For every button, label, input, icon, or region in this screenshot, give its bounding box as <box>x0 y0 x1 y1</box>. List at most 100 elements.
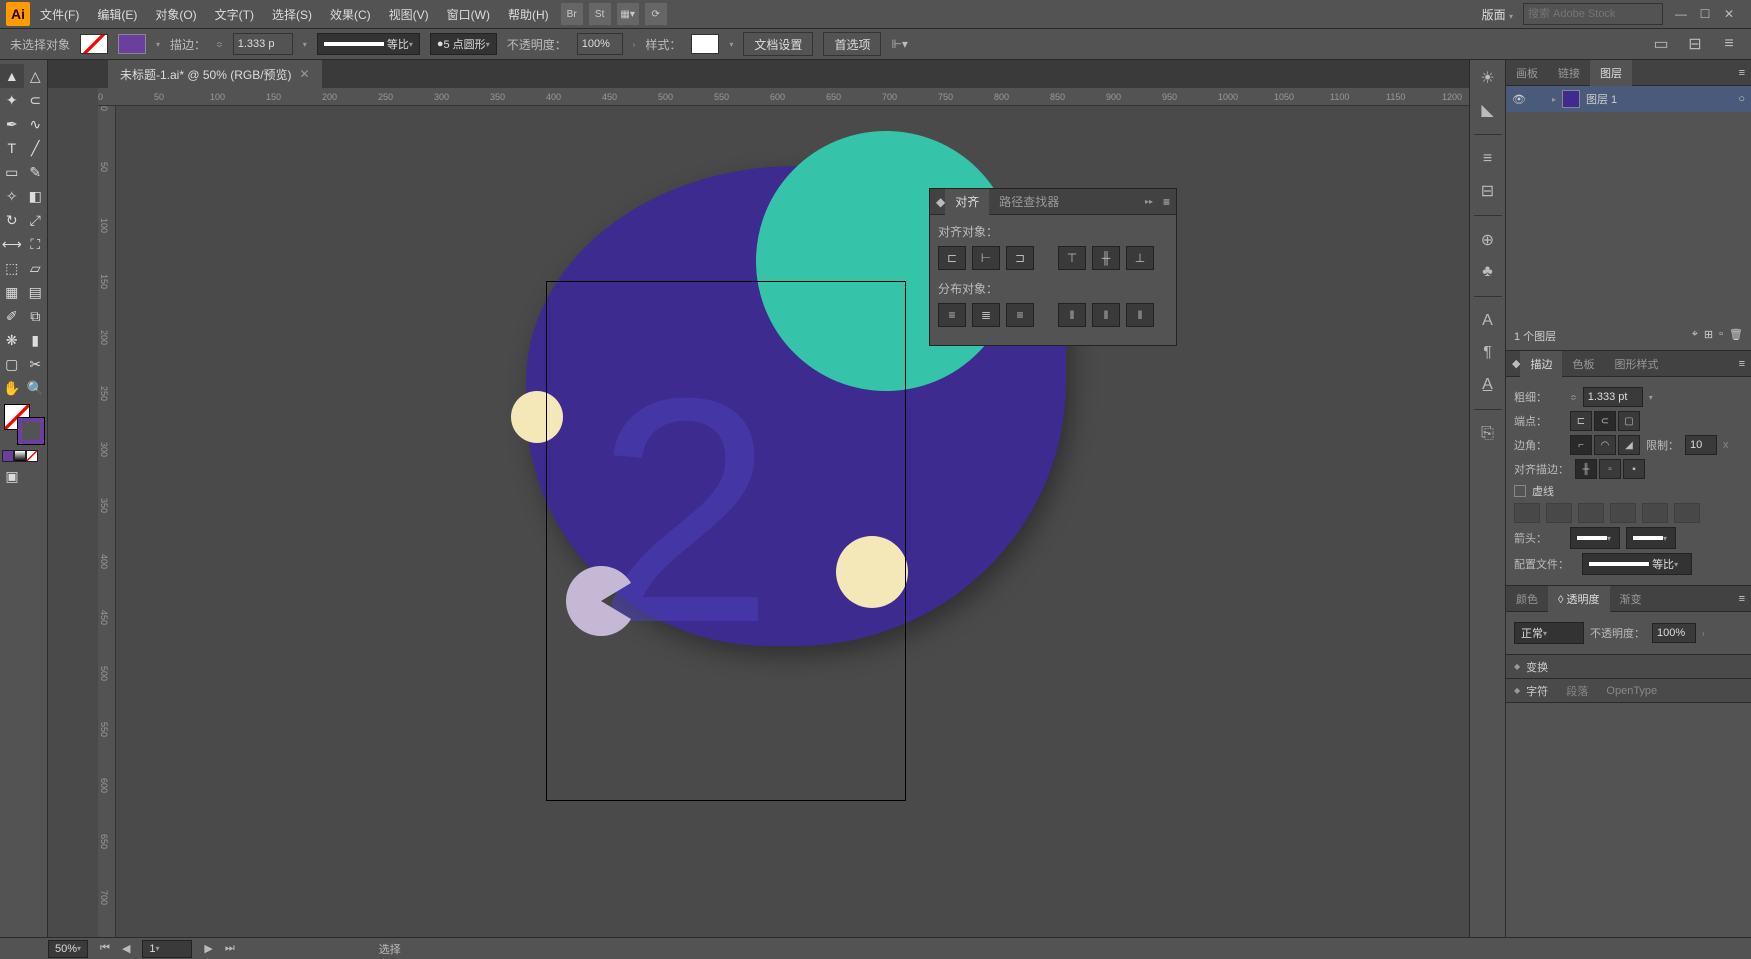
layers-tab[interactable]: 图层 <box>1590 60 1632 86</box>
blend-mode[interactable]: 正常 ▾ <box>1514 622 1584 644</box>
align-hcenter[interactable]: ⊢ <box>972 246 1000 270</box>
menu-select[interactable]: 选择(S) <box>264 2 320 27</box>
minimize-button[interactable]: — <box>1673 6 1689 22</box>
rectangle-tool[interactable]: ▭ <box>0 160 24 184</box>
color-mode-gradient[interactable] <box>14 450 26 462</box>
layer-target-icon[interactable]: ○ <box>1738 93 1745 105</box>
eyedropper-tool[interactable]: ✐ <box>0 304 24 328</box>
cap-butt[interactable]: ⊏ <box>1570 411 1592 431</box>
paragraph-icon[interactable]: ¶ <box>1476 341 1500 365</box>
align-tab[interactable]: 对齐 <box>945 189 989 215</box>
type-tool[interactable]: T <box>0 136 24 160</box>
layer-name[interactable]: 图层 1 <box>1586 91 1617 107</box>
brush-select[interactable]: ● 5 点圆形 ▾ <box>430 33 497 55</box>
corner-round[interactable]: ◠ <box>1594 435 1616 455</box>
panel-icon-3[interactable]: ≡ <box>1717 32 1741 56</box>
new-layer-icon[interactable]: ▫ <box>1719 328 1723 344</box>
opacity-input[interactable] <box>577 33 623 55</box>
sync-icon[interactable]: ⟳ <box>645 3 667 25</box>
swatches-icon[interactable]: ◣ <box>1476 98 1500 122</box>
style-swatch[interactable] <box>691 34 719 54</box>
panel-menu-icon[interactable]: ≡ <box>1733 358 1751 370</box>
align-vcenter[interactable]: ╫ <box>1092 246 1120 270</box>
artboard-nav[interactable]: 1 ▾ <box>142 940 192 958</box>
tab-close-icon[interactable]: ✕ <box>300 67 310 81</box>
preferences-button[interactable]: 首选项 <box>823 32 881 56</box>
blend-tool[interactable]: ⧉ <box>24 304 48 328</box>
arrow-start[interactable]: ▾ <box>1570 527 1620 549</box>
gradient-icon[interactable]: ♣ <box>1476 260 1500 284</box>
menu-edit[interactable]: 编辑(E) <box>89 2 145 27</box>
transform-header[interactable]: ◆变换 <box>1506 655 1751 679</box>
stroke-weight-input[interactable] <box>233 33 293 55</box>
arrange-icon[interactable]: ▦▾ <box>617 3 639 25</box>
profile-select[interactable]: 等比▾ <box>1582 553 1692 575</box>
brushes-icon[interactable]: ≡ <box>1476 147 1500 171</box>
dist-left[interactable]: ‖ <box>1058 303 1086 327</box>
bridge-icon[interactable]: Br <box>561 3 583 25</box>
gradient-tab[interactable]: 渐变 <box>1610 586 1652 612</box>
selection-tool[interactable]: ▲ <box>0 64 24 88</box>
delete-layer-icon[interactable]: 🗑 <box>1729 328 1743 344</box>
glyphs-icon[interactable]: A̲ <box>1476 373 1500 397</box>
zoom-select[interactable]: 50% ▾ <box>48 940 88 958</box>
graphicstyles-tab[interactable]: 图形样式 <box>1604 351 1668 377</box>
zoom-tool[interactable]: 🔍 <box>24 376 48 400</box>
panel-icon-2[interactable]: ⊟ <box>1683 32 1707 56</box>
menu-type[interactable]: 文字(T) <box>207 2 262 27</box>
artboard-tool[interactable]: ▢ <box>0 352 24 376</box>
panel-menu-icon[interactable]: ≡ <box>1733 593 1751 605</box>
dist-right[interactable]: ‖ <box>1126 303 1154 327</box>
color-mode-solid[interactable] <box>2 450 14 462</box>
align-left[interactable]: ⊏ <box>938 246 966 270</box>
curvature-tool[interactable]: ∿ <box>24 112 48 136</box>
transparency-tab[interactable]: ◊ 透明度 <box>1548 586 1610 612</box>
mesh-tool[interactable]: ▦ <box>0 280 24 304</box>
new-sublayer-icon[interactable]: ⊞ <box>1704 328 1713 344</box>
gradient-tool[interactable]: ▤ <box>24 280 48 304</box>
menu-file[interactable]: 文件(F) <box>32 2 87 27</box>
symbols-icon[interactable]: ⊟ <box>1476 179 1500 203</box>
align-flyout-icon[interactable]: ⊩▾ <box>891 37 907 51</box>
menu-help[interactable]: 帮助(H) <box>500 2 557 27</box>
scale-tool[interactable]: ⤢ <box>24 208 48 232</box>
stock-search[interactable] <box>1523 3 1663 25</box>
color-tab[interactable]: 颜色 <box>1506 586 1548 612</box>
paintbrush-tool[interactable]: ✎ <box>24 160 48 184</box>
pathfinder-tab[interactable]: 路径查找器 <box>989 189 1069 215</box>
dist-vcenter[interactable]: ≣ <box>972 303 1000 327</box>
maximize-button[interactable]: ☐ <box>1697 6 1713 22</box>
color-mode-none[interactable] <box>26 450 38 462</box>
fill-stroke-indicator[interactable] <box>4 404 44 444</box>
canvas[interactable]: 2 <box>116 106 1469 937</box>
eraser-tool[interactable]: ◧ <box>24 184 48 208</box>
stroke-align-outside[interactable]: ▪ <box>1623 459 1645 479</box>
align-bottom[interactable]: ⊥ <box>1126 246 1154 270</box>
corner-bevel[interactable]: ◢ <box>1618 435 1640 455</box>
stroke-tab[interactable]: 描边 <box>1520 351 1562 377</box>
close-button[interactable]: ✕ <box>1721 6 1737 22</box>
shape-builder-tool[interactable]: ⬚ <box>0 256 24 280</box>
nav-first-icon[interactable]: ⏮ <box>100 942 110 955</box>
line-tool[interactable]: ╱ <box>24 136 48 160</box>
artboard-outline[interactable] <box>546 281 906 801</box>
nav-next-icon[interactable]: ▶ <box>204 942 212 955</box>
nav-last-icon[interactable]: ⏭ <box>225 942 235 955</box>
lasso-tool[interactable]: ⊂ <box>24 88 48 112</box>
stroke-swatch[interactable] <box>118 34 146 54</box>
width-tool[interactable]: ⟷ <box>0 232 24 256</box>
panel-icon-1[interactable]: ▭ <box>1649 32 1673 56</box>
direct-selection-tool[interactable]: △ <box>24 64 48 88</box>
stroke-align-inside[interactable]: ▫ <box>1599 459 1621 479</box>
fill-swatch[interactable] <box>80 34 108 54</box>
arrow-end[interactable]: ▾ <box>1626 527 1676 549</box>
perspective-tool[interactable]: ▱ <box>24 256 48 280</box>
menu-view[interactable]: 视图(V) <box>381 2 437 27</box>
swatch-tab[interactable]: 色板 <box>1562 351 1604 377</box>
hand-tool[interactable]: ✋ <box>0 376 24 400</box>
stroke-align-center[interactable]: ╫ <box>1575 459 1597 479</box>
layer-row[interactable]: 👁 ▸ 图层 1 ○ <box>1506 86 1751 112</box>
slice-tool[interactable]: ✂ <box>24 352 48 376</box>
align-right[interactable]: ⊐ <box>1006 246 1034 270</box>
color-guide-icon[interactable]: ☀ <box>1476 66 1500 90</box>
